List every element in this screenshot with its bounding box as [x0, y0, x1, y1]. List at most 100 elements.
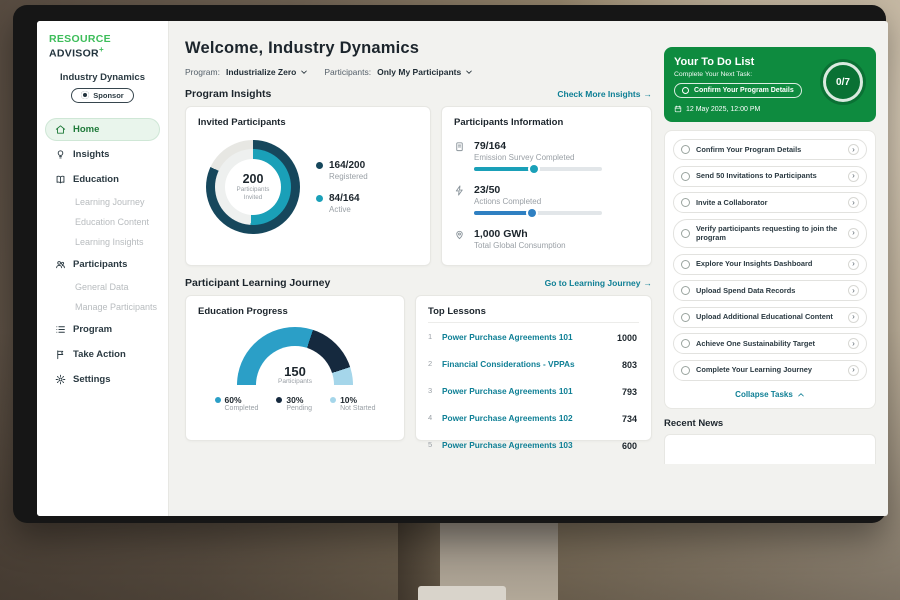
top-lessons-title: Top Lessons: [428, 306, 639, 323]
completed-dot: [215, 397, 221, 403]
lesson-rank: 5: [428, 440, 435, 449]
monitor-stand-base: [418, 586, 506, 600]
participants-select[interactable]: Only My Participants: [377, 67, 473, 77]
chevron-right-icon[interactable]: ›: [848, 365, 859, 376]
emission-survey-row: 79/164 Emission Survey Completed: [454, 140, 639, 171]
sidebar-item-home[interactable]: Home: [45, 118, 160, 141]
lesson-row: 5 Power Purchase Agreements 103 600: [428, 431, 639, 458]
collapse-tasks-link[interactable]: Collapse Tasks: [673, 386, 867, 406]
education-progress-card: Education Progress 150 Participants: [185, 295, 405, 441]
global-consumption-value: 1,000 GWh: [474, 228, 566, 240]
go-to-learning-journey-label: Go to Learning Journey: [545, 278, 641, 288]
sidebar-item-manage-participants[interactable]: Manage Participants: [45, 298, 160, 316]
task-checkbox[interactable]: [681, 172, 690, 181]
lesson-title-link[interactable]: Power Purchase Agreements 103: [442, 440, 615, 450]
sidebar-item-label: Home: [73, 124, 99, 135]
lesson-row: 3 Power Purchase Agreements 101 793: [428, 377, 639, 404]
learning-cards-row: Education Progress 150 Participants: [185, 295, 652, 441]
lesson-rank: 4: [428, 413, 435, 422]
chevron-right-icon[interactable]: ›: [848, 144, 859, 155]
sidebar-item-take-action[interactable]: Take Action: [45, 343, 160, 366]
task-label: Achieve One Sustainability Target: [696, 339, 842, 349]
chevron-down-icon: [465, 68, 473, 76]
sidebar-item-education[interactable]: Education: [45, 168, 160, 191]
legend-completed: 60% Completed: [215, 395, 259, 412]
lesson-title-link[interactable]: Financial Considerations - VPPAs: [442, 359, 615, 369]
task-item[interactable]: Explore Your Insights Dashboard ›: [673, 254, 867, 275]
chevron-right-icon[interactable]: ›: [848, 312, 859, 323]
task-item[interactable]: Achieve One Sustainability Target ›: [673, 333, 867, 354]
lesson-rank: 2: [428, 359, 435, 368]
todo-tasks-card: Confirm Your Program Details › Send 50 I…: [664, 130, 876, 409]
monitor-bezel: RESOURCE ADVISOR+ Industry Dynamics Spon…: [13, 5, 886, 523]
actions-completed-progressbar: [474, 211, 602, 215]
task-item[interactable]: Upload Additional Educational Content ›: [673, 307, 867, 328]
chevron-right-icon[interactable]: ›: [848, 285, 859, 296]
task-item[interactable]: Confirm Your Program Details ›: [673, 139, 867, 160]
program-select[interactable]: Industrialize Zero: [226, 67, 308, 77]
sidebar-item-education-content[interactable]: Education Content: [45, 213, 160, 231]
lesson-title-link[interactable]: Power Purchase Agreements 102: [442, 413, 615, 423]
emission-survey-progressbar: [474, 167, 602, 171]
chevron-right-icon[interactable]: ›: [848, 338, 859, 349]
sidebar-item-label: Settings: [73, 374, 110, 385]
task-checkbox[interactable]: [681, 145, 690, 154]
emission-survey-label: Emission Survey Completed: [474, 153, 602, 162]
logo-plus: +: [99, 45, 104, 54]
sidebar-nav: Home Insights Education Learning Journey…: [45, 118, 160, 391]
org-header: Industry Dynamics Sponsor: [45, 72, 160, 105]
chevron-right-icon[interactable]: ›: [848, 197, 859, 208]
task-checkbox[interactable]: [681, 313, 690, 322]
take-action-icon: [55, 349, 66, 360]
sponsor-icon: [81, 91, 89, 99]
gauge-center: 150 Participants: [237, 365, 353, 385]
task-checkbox[interactable]: [681, 198, 690, 207]
home-icon: [55, 124, 66, 135]
page-title: Welcome, Industry Dynamics: [185, 39, 652, 58]
task-item[interactable]: Verify participants requesting to join t…: [673, 219, 867, 249]
actions-completed-row: 23/50 Actions Completed: [454, 184, 639, 215]
lesson-rank: 1: [428, 332, 435, 341]
program-insights-title: Program Insights: [185, 88, 271, 100]
task-checkbox[interactable]: [681, 339, 690, 348]
insights-icon: [55, 149, 66, 160]
task-checkbox[interactable]: [681, 229, 690, 238]
sidebar-item-settings[interactable]: Settings: [45, 368, 160, 391]
participants-information-card: Participants Information 79/164 Emission…: [441, 106, 652, 266]
participants-filter-label: Participants:: [324, 67, 371, 77]
chevron-right-icon[interactable]: ›: [848, 171, 859, 182]
task-item[interactable]: Invite a Collaborator ›: [673, 192, 867, 213]
chevron-right-icon[interactable]: ›: [848, 259, 859, 270]
task-item[interactable]: Upload Spend Data Records ›: [673, 280, 867, 301]
task-item[interactable]: Complete Your Learning Journey ›: [673, 360, 867, 381]
emission-survey-progress-fill: [474, 167, 535, 171]
sidebar-item-general-data[interactable]: General Data: [45, 278, 160, 296]
calendar-icon: [674, 105, 682, 113]
task-checkbox[interactable]: [681, 366, 690, 375]
legend-registered: 164/200 Registered: [316, 160, 368, 181]
insights-cards-row: Invited Participants 200 Participants In…: [185, 106, 652, 266]
emission-survey-value: 79/164: [474, 140, 602, 152]
next-task-checkbox[interactable]: [682, 87, 689, 94]
lesson-title-link[interactable]: Power Purchase Agreements 101: [442, 386, 615, 396]
sidebar-item-learning-journey[interactable]: Learning Journey: [45, 193, 160, 211]
check-more-insights-link[interactable]: Check More Insights →: [557, 89, 652, 99]
active-dot: [316, 195, 323, 202]
task-checkbox[interactable]: [681, 286, 690, 295]
lesson-row: 4 Power Purchase Agreements 102 734: [428, 404, 639, 431]
chevron-right-icon[interactable]: ›: [848, 228, 859, 239]
invited-donut-chart: 200 Participants Invited: [206, 140, 300, 234]
todo-panel: Your To Do List Complete Your Next Task:…: [664, 21, 888, 516]
task-item[interactable]: Send 50 Invitations to Participants ›: [673, 166, 867, 187]
sidebar-item-program[interactable]: Program: [45, 318, 160, 341]
sidebar-item-insights[interactable]: Insights: [45, 143, 160, 166]
go-to-learning-journey-link[interactable]: Go to Learning Journey →: [545, 278, 652, 288]
next-task-pill[interactable]: Confirm Your Program Details: [674, 83, 802, 98]
sidebar-item-participants[interactable]: Participants: [45, 253, 160, 276]
lesson-rank: 3: [428, 386, 435, 395]
task-checkbox[interactable]: [681, 260, 690, 269]
sidebar-item-learning-insights[interactable]: Learning Insights: [45, 233, 160, 251]
main-content: Welcome, Industry Dynamics Program: Indu…: [169, 21, 664, 516]
lesson-title-link[interactable]: Power Purchase Agreements 101: [442, 332, 610, 342]
settings-icon: [55, 374, 66, 385]
